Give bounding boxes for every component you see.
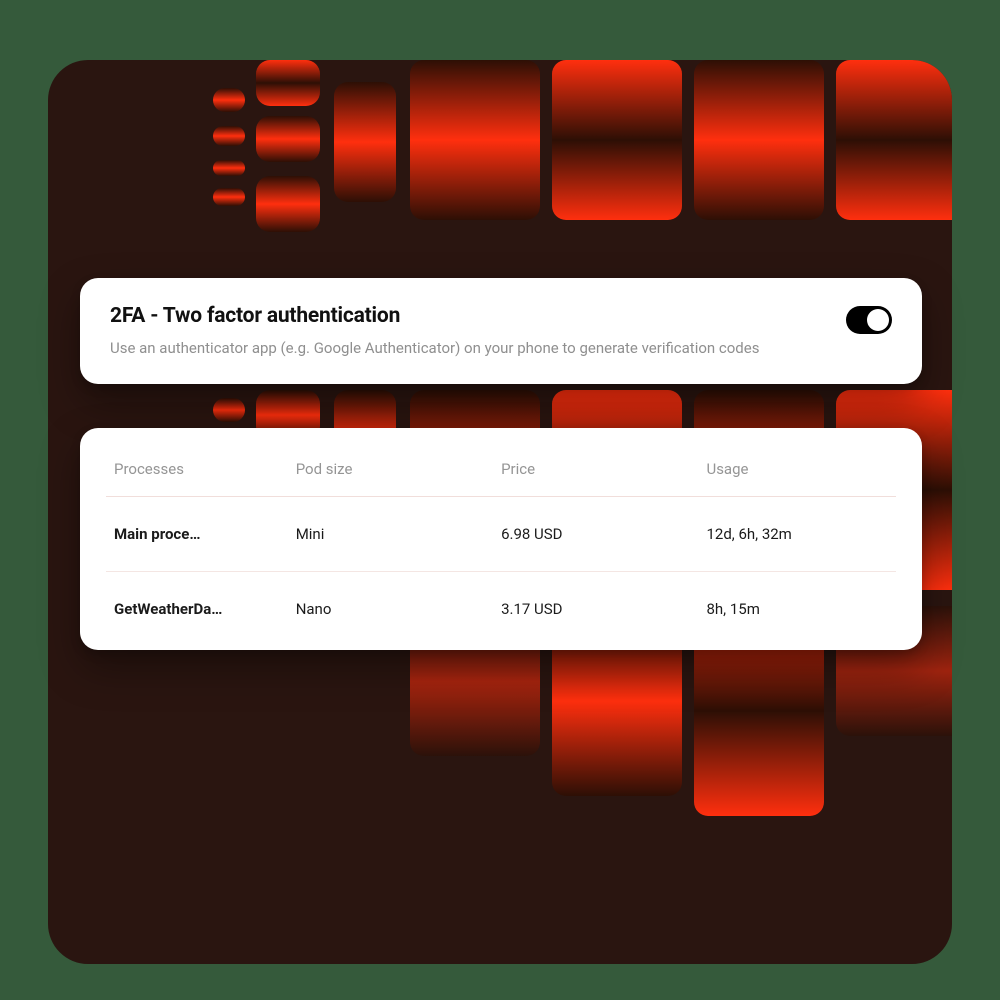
col-usage: Usage xyxy=(698,450,896,497)
tfa-title: 2FA - Two factor authentication xyxy=(110,304,759,328)
cell-pod-size: Mini xyxy=(288,497,493,572)
cell-pod-size: Nano xyxy=(288,572,493,647)
col-price: Price xyxy=(493,450,698,497)
cell-process: Main proce… xyxy=(106,497,288,572)
table-header-row: Processes Pod size Price Usage xyxy=(106,450,896,497)
cell-price: 6.98 USD xyxy=(493,497,698,572)
processes-table-card: Processes Pod size Price Usage Main proc… xyxy=(80,428,922,650)
col-processes: Processes xyxy=(106,450,288,497)
table-row[interactable]: Main proce… Mini 6.98 USD 12d, 6h, 32m xyxy=(106,497,896,572)
two-factor-auth-card: 2FA - Two factor authentication Use an a… xyxy=(80,278,922,384)
table-row[interactable]: GetWeatherDa… Nano 3.17 USD 8h, 15m xyxy=(106,572,896,647)
tfa-description: Use an authenticator app (e.g. Google Au… xyxy=(110,338,759,360)
cell-price: 3.17 USD xyxy=(493,572,698,647)
toggle-knob-icon xyxy=(867,309,889,331)
cell-usage: 12d, 6h, 32m xyxy=(698,497,896,572)
tfa-toggle[interactable] xyxy=(846,306,892,334)
processes-table: Processes Pod size Price Usage Main proc… xyxy=(106,450,896,646)
cell-process: GetWeatherDa… xyxy=(106,572,288,647)
cell-usage: 8h, 15m xyxy=(698,572,896,647)
col-pod-size: Pod size xyxy=(288,450,493,497)
